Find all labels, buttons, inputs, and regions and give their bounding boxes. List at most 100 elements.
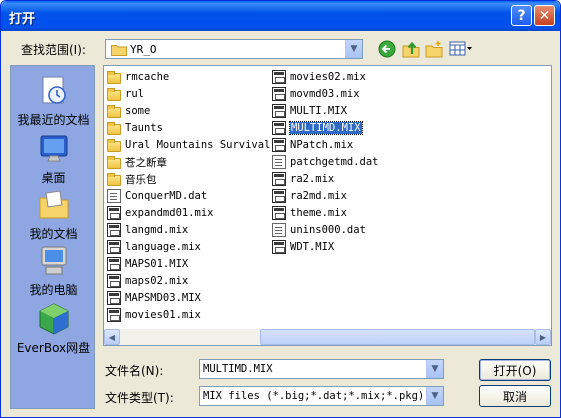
place-my-computer[interactable]: 我的电脑	[11, 244, 96, 298]
recent-documents-icon	[37, 74, 71, 108]
folder-icon	[107, 138, 121, 152]
back-icon	[378, 40, 396, 58]
file-item[interactable]: maps02.mix	[107, 273, 188, 289]
file-name: langmd.mix	[125, 224, 189, 236]
file-item[interactable]: langmd.mix	[107, 222, 188, 238]
my-documents-icon	[37, 188, 71, 222]
folder-icon	[107, 172, 121, 186]
new-folder-button[interactable]	[424, 39, 444, 59]
file-item[interactable]: ra2md.mix	[272, 188, 347, 204]
look-in-value: YR_O	[130, 43, 157, 56]
file-list[interactable]: rmcache rul some Taunts Ural Mountains Survi…	[103, 65, 552, 346]
file-item[interactable]: movmd03.mix	[272, 86, 360, 102]
up-folder-button[interactable]	[401, 39, 421, 59]
folder-icon	[107, 104, 121, 118]
place-label: 我最近的文档	[17, 113, 90, 127]
file-item[interactable]: MULTIMD.MIX	[272, 120, 363, 136]
file-name: Taunts	[125, 122, 163, 134]
new-folder-icon	[425, 41, 443, 58]
file-item[interactable]: MAPSMD03.MIX	[107, 290, 201, 306]
file-item[interactable]: rmcache	[107, 69, 169, 85]
file-item[interactable]: WDT.MIX	[272, 239, 334, 255]
file-name: 苍之断章	[125, 156, 167, 169]
filename-field[interactable]: MULTIMD.MIX ▼	[199, 359, 444, 379]
file-name: language.mix	[125, 241, 201, 253]
folder-icon	[107, 121, 121, 135]
file-item[interactable]: movies02.mix	[272, 69, 366, 85]
scroll-right-button[interactable]: ▶	[535, 329, 551, 345]
file-item[interactable]: patchgetmd.dat	[272, 154, 379, 170]
file-item[interactable]: theme.mix	[272, 205, 347, 221]
file-item[interactable]: language.mix	[107, 239, 201, 255]
mix-file-icon	[272, 172, 286, 186]
file-name: ra2.mix	[290, 173, 335, 185]
file-item[interactable]: some	[107, 103, 150, 119]
file-name: unins000.dat	[290, 224, 366, 236]
file-item[interactable]: ConquerMD.dat	[107, 188, 207, 204]
scroll-left-button[interactable]: ◀	[104, 329, 120, 345]
mix-file-icon	[107, 257, 121, 271]
place-recent-documents[interactable]: 我最近的文档	[11, 74, 96, 128]
file-name: ConquerMD.dat	[125, 190, 208, 202]
mix-file-icon	[272, 240, 286, 254]
place-label: EverBox网盘	[16, 341, 91, 355]
mix-file-icon	[272, 121, 286, 135]
place-everbox[interactable]: EverBox网盘	[11, 302, 96, 356]
file-item[interactable]: MAPS01.MIX	[107, 256, 188, 272]
chevron-down-icon[interactable]: ▼	[426, 360, 443, 378]
horizontal-scrollbar[interactable]: ◀ ▶	[104, 329, 551, 345]
cancel-button-label: 取消	[502, 389, 527, 404]
place-label: 桌面	[41, 171, 66, 185]
file-item[interactable]: 苍之断章	[107, 154, 167, 170]
chevron-down-icon[interactable]: ▼	[345, 40, 362, 58]
file-item[interactable]: rul	[107, 86, 144, 102]
file-item[interactable]: unins000.dat	[272, 222, 366, 238]
mix-file-icon	[107, 206, 121, 220]
document-icon	[272, 155, 286, 169]
mix-file-icon	[272, 104, 286, 118]
mix-file-icon	[107, 223, 121, 237]
places-bar: 我最近的文档 桌面 我的文档 我的电脑 EverBox网盘	[10, 65, 95, 409]
place-desktop[interactable]: 桌面	[11, 132, 96, 186]
file-item[interactable]: expandmd01.mix	[107, 205, 214, 221]
file-item[interactable]: Ural Mountains Survival	[107, 137, 270, 153]
file-name: some	[125, 105, 151, 117]
file-item[interactable]: MULTI.MIX	[272, 103, 347, 119]
chevron-right-icon: ▶	[539, 332, 547, 342]
file-item[interactable]: Taunts	[107, 120, 163, 136]
file-item[interactable]: NPatch.mix	[272, 137, 353, 153]
file-name: MAPSMD03.MIX	[125, 292, 201, 304]
file-item[interactable]: movies01.mix	[107, 307, 201, 323]
scroll-thumb[interactable]	[260, 329, 535, 345]
back-button[interactable]	[377, 39, 397, 59]
cancel-button[interactable]: 取消	[479, 385, 551, 407]
up-folder-icon	[402, 41, 420, 58]
help-button[interactable]: ?	[511, 5, 532, 26]
desktop-icon	[37, 132, 71, 166]
place-label: 我的电脑	[29, 283, 78, 297]
mix-file-icon	[272, 70, 286, 84]
file-name: movmd03.mix	[290, 88, 360, 100]
views-menu-button[interactable]	[448, 39, 474, 59]
views-menu-icon	[449, 41, 472, 56]
folder-icon	[111, 43, 127, 59]
filename-value: MULTIMD.MIX	[203, 363, 273, 375]
title-bar[interactable]: 打开 ? ✕	[1, 1, 560, 31]
file-item[interactable]: ra2.mix	[272, 171, 334, 187]
file-name: WDT.MIX	[290, 241, 335, 253]
file-item[interactable]: 音乐包	[107, 171, 157, 187]
file-name: movies02.mix	[290, 71, 366, 83]
filename-label: 文件名(N):	[105, 364, 164, 378]
chevron-down-icon[interactable]: ▼	[426, 387, 443, 405]
mix-file-icon	[272, 87, 286, 101]
close-button[interactable]: ✕	[534, 5, 555, 26]
open-button[interactable]: 打开(O)	[479, 359, 551, 381]
mix-file-icon	[107, 274, 121, 288]
file-name: MULTI.MIX	[290, 105, 347, 117]
place-my-documents[interactable]: 我的文档	[11, 188, 96, 242]
file-name: Ural Mountains Survival	[125, 139, 271, 151]
file-name: MAPS01.MIX	[125, 258, 189, 270]
mix-file-icon	[107, 240, 121, 254]
filetype-select[interactable]: MIX files (*.big;*.dat;*.mix;*.pkg) ▼	[199, 386, 444, 406]
look-in-combo[interactable]: YR_O ▼	[105, 39, 363, 59]
